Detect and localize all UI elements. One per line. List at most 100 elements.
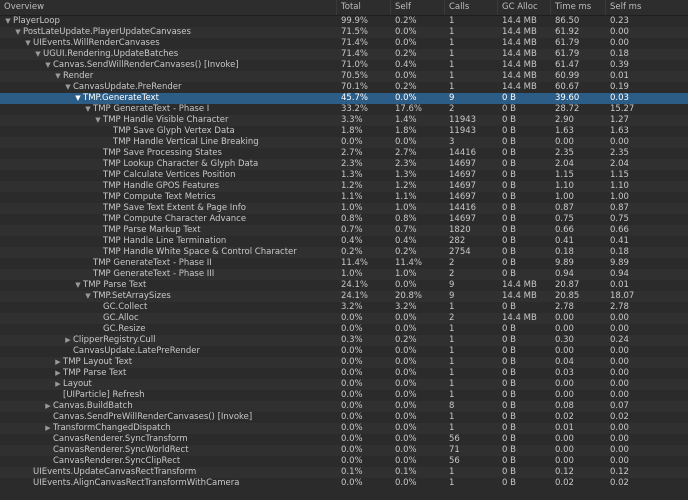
profiler-row[interactable]: TMP Save Glyph Vertex Data 1.8% 1.8% 11943 0… — [0, 126, 688, 137]
calls-cell: 1 — [449, 71, 455, 81]
profiler-row[interactable]: Canvas.SendPreWillRenderCanvases() [Invo… — [0, 412, 688, 423]
time-ms-cell: 39.60 — [555, 93, 580, 103]
profiler-row[interactable]: ▼ TMP Handle Visible Character 3.3% 1.4% 119… — [0, 115, 688, 126]
profiler-row[interactable]: TMP Lookup Character & Glyph Data 2.3% 2.3… — [0, 159, 688, 170]
expand-arrow-down-icon[interactable]: ▼ — [74, 280, 82, 291]
profiler-row[interactable]: ▼ Canvas.SendWillRenderCanvases() [Invoke… — [0, 60, 688, 71]
self-cell: 11.4% — [395, 258, 423, 268]
expand-arrow-down-icon[interactable]: ▼ — [4, 16, 12, 27]
profiler-row[interactable]: TMP GenerateText - Phase III 1.0% 1.0% 2 0 B… — [0, 269, 688, 280]
self-cell: 20.8% — [395, 291, 423, 301]
gc-alloc-cell: 0 B — [502, 368, 516, 378]
profiler-row[interactable]: TMP Compute Character Advance 0.8% 0.8% 146… — [0, 214, 688, 225]
self-ms-cell: 1.00 — [610, 192, 629, 202]
profiler-row[interactable]: ▶ Canvas.BuildBatch 0.0% 0.0% 8 0 B 0.08 0.07 — [0, 401, 688, 412]
column-header-time-ms[interactable]: Time ms — [551, 0, 606, 15]
marker-name: Canvas.SendPreWillRenderCanvases() [Invo… — [53, 412, 253, 422]
overview-cell: CanvasRenderer.SyncWorldRect — [0, 445, 337, 456]
expand-arrow-down-icon[interactable]: ▼ — [34, 49, 42, 60]
profiler-row[interactable]: TMP Save Processing States 2.7% 2.7% 14416 0… — [0, 148, 688, 159]
profiler-row[interactable]: TMP Handle Vertical Line Breaking 0.0% 0.0… — [0, 137, 688, 148]
profiler-row[interactable]: UIEvents.UpdateCanvasRectTransform 0.1% 0.… — [0, 467, 688, 478]
profiler-row[interactable]: ▼ PlayerLoop 99.9% 0.2% 1 14.4 MB 86.50 0.23 — [0, 16, 688, 27]
self-ms-cell: 1.15 — [610, 170, 629, 180]
profiler-row[interactable]: ▼ UGUI.Rendering.UpdateBatches 71.4% 0.2% 1 1… — [0, 49, 688, 60]
profiler-row[interactable]: TMP Handle White Space & Control Charact… — [0, 247, 688, 258]
total-cell: 0.3% — [341, 335, 363, 345]
self-ms-cell: 0.00 — [610, 390, 629, 400]
profiler-row[interactable]: TMP Parse Markup Text 0.7% 0.7% 1820 0 B 0.66… — [0, 225, 688, 236]
profiler-row[interactable]: GC.Resize 0.0% 0.0% 1 0 B 0.00 0.00 — [0, 324, 688, 335]
profiler-row[interactable]: TMP Handle Line Termination 0.4% 0.4% 282 0 … — [0, 236, 688, 247]
overview-cell: ▼ UGUI.Rendering.UpdateBatches — [0, 49, 337, 60]
self-cell: 0.8% — [395, 214, 417, 224]
marker-name: TMP Layout Text — [63, 357, 133, 367]
expand-arrow-down-icon[interactable]: ▼ — [94, 115, 102, 126]
column-header-gc-alloc[interactable]: GC Alloc — [498, 0, 551, 15]
profiler-row[interactable]: TMP Compute Text Metrics 1.1% 1.1% 14697 0 B… — [0, 192, 688, 203]
profiler-row[interactable]: ▼ TMP GenerateText - Phase I 33.2% 17.6% 2 0 … — [0, 104, 688, 115]
expand-arrow-right-icon[interactable]: ▶ — [54, 357, 62, 368]
expand-arrow-down-icon[interactable]: ▼ — [84, 291, 92, 302]
profiler-row[interactable]: ▼ TMP.GenerateText 45.7% 0.0% 9 0 B 39.60 0.03 — [0, 93, 688, 104]
profiler-row[interactable]: CanvasUpdate.LatePreRender 0.0% 0.0% 1 0 B 0.… — [0, 346, 688, 357]
profiler-row[interactable]: GC.Collect 3.2% 3.2% 1 0 B 2.78 2.78 — [0, 302, 688, 313]
profiler-row[interactable]: ▼ TMP Parse Text 24.1% 0.0% 9 14.4 MB 20.87 0.0… — [0, 280, 688, 291]
expand-arrow-down-icon[interactable]: ▼ — [44, 60, 52, 71]
profiler-row[interactable]: ▶ Layout 0.0% 0.0% 1 0 B 0.00 0.00 — [0, 379, 688, 390]
expand-arrow-right-icon[interactable]: ▶ — [64, 335, 72, 346]
self-cell: 0.0% — [395, 38, 417, 48]
column-header-calls[interactable]: Calls — [445, 0, 498, 15]
total-cell: 2.7% — [341, 148, 363, 158]
column-header-overview[interactable]: Overview — [0, 0, 337, 15]
total-cell: 33.2% — [341, 104, 369, 114]
column-header-total[interactable]: Total — [337, 0, 391, 15]
profiler-row[interactable]: ▼ Render 70.5% 0.0% 1 14.4 MB 60.99 0.01 — [0, 71, 688, 82]
profiler-row[interactable]: ▶ ClipperRegistry.Cull 0.3% 0.2% 1 0 B 0.30 0.2… — [0, 335, 688, 346]
profiler-row[interactable]: CanvasRenderer.SyncClipRect 0.0% 0.0% 56 0 B… — [0, 456, 688, 467]
profiler-row[interactable]: ▶ TMP Layout Text 0.0% 0.0% 1 0 B 0.04 0.00 — [0, 357, 688, 368]
expand-arrow-right-icon[interactable]: ▶ — [54, 368, 62, 379]
profiler-row[interactable]: ▼ CanvasUpdate.PreRender 70.1% 0.2% 1 14.4 MB… — [0, 82, 688, 93]
expand-arrow-down-icon[interactable]: ▼ — [74, 93, 82, 104]
expand-arrow-down-icon[interactable]: ▼ — [84, 104, 92, 115]
profiler-row[interactable]: UIEvents.AlignCanvasRectTransformWithCam… — [0, 478, 688, 489]
total-cell: 0.0% — [341, 346, 363, 356]
expand-arrow-down-icon[interactable]: ▼ — [24, 38, 32, 49]
profiler-row[interactable]: TMP Save Text Extent & Page Info 1.0% 1.0%… — [0, 203, 688, 214]
overview-cell: GC.Resize — [0, 324, 337, 335]
expand-arrow-right-icon[interactable]: ▶ — [54, 379, 62, 390]
profiler-row[interactable]: CanvasRenderer.SyncWorldRect 0.0% 0.0% 71 0 … — [0, 445, 688, 456]
expand-arrow-right-icon[interactable]: ▶ — [44, 401, 52, 412]
time-ms-cell: 0.12 — [555, 467, 574, 477]
expand-arrow-down-icon[interactable]: ▼ — [54, 71, 62, 82]
profiler-row[interactable]: TMP Handle GPOS Features 1.2% 1.2% 14697 0 B… — [0, 181, 688, 192]
profiler-row[interactable]: ▼ PostLateUpdate.PlayerUpdateCanvases 71.5… — [0, 27, 688, 38]
total-cell: 0.0% — [341, 357, 363, 367]
total-cell: 0.0% — [341, 445, 363, 455]
profiler-row[interactable]: TMP GenerateText - Phase II 11.4% 11.4% 2 0 … — [0, 258, 688, 269]
profiler-row[interactable]: CanvasRenderer.SyncTransform 0.0% 0.0% 56 0 … — [0, 434, 688, 445]
calls-cell: 11943 — [449, 115, 477, 125]
calls-cell: 1 — [449, 27, 455, 37]
total-cell: 0.0% — [341, 390, 363, 400]
column-header-self[interactable]: Self — [391, 0, 445, 15]
expand-arrow-down-icon[interactable]: ▼ — [64, 82, 72, 93]
total-cell: 1.2% — [341, 181, 363, 191]
profiler-row[interactable]: [UIParticle] Refresh 0.0% 0.0% 1 0 B 0.00 0.00 — [0, 390, 688, 401]
expand-arrow-right-icon[interactable]: ▶ — [44, 423, 52, 434]
profiler-row[interactable]: ▼ UIEvents.WillRenderCanvases 71.4% 0.0% 1 14… — [0, 38, 688, 49]
column-header-self-ms[interactable]: Self ms — [606, 0, 688, 15]
profiler-row[interactable]: ▶ TMP Parse Text 0.0% 0.0% 1 0 B 0.03 0.00 — [0, 368, 688, 379]
marker-name: TMP.GenerateText — [83, 93, 159, 103]
profiler-row[interactable]: TMP Calculate Vertices Position 1.3% 1.3% 1… — [0, 170, 688, 181]
expand-arrow-down-icon[interactable]: ▼ — [14, 27, 22, 38]
time-ms-cell: 0.18 — [555, 247, 574, 257]
calls-cell: 14416 — [449, 148, 477, 158]
profiler-row[interactable]: GC.Alloc 0.0% 0.0% 2 14.4 MB 0.00 0.00 — [0, 313, 688, 324]
time-ms-cell: 60.99 — [555, 71, 580, 81]
self-cell: 17.6% — [395, 104, 423, 114]
gc-alloc-cell: 0 B — [502, 478, 516, 488]
profiler-row[interactable]: ▼ TMP.SetArraySizes 24.1% 20.8% 9 14.4 MB 20.8… — [0, 291, 688, 302]
profiler-row[interactable]: ▶ TransformChangedDispatch 0.0% 0.0% 1 0 B 0.0… — [0, 423, 688, 434]
